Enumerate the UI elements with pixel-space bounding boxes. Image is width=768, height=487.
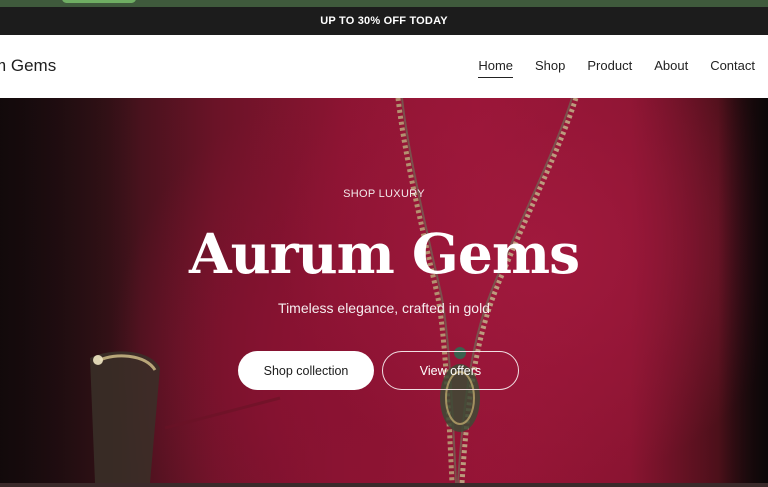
announcement-text: UP TO 30% OFF TODAY (320, 15, 448, 27)
shop-collection-button[interactable]: Shop collection (238, 351, 374, 390)
nav-link-contact[interactable]: Contact (710, 58, 755, 78)
brand-logo-text[interactable]: m Gems (0, 56, 56, 76)
nav-link-home[interactable]: Home (478, 58, 514, 78)
hero-title: Aurum Gems (188, 221, 580, 286)
hero-section: SHOP LUXURY Aurum Gems Timeless elegance… (0, 98, 768, 483)
hero-eyebrow: SHOP LUXURY (343, 188, 425, 200)
nav-link-about[interactable]: About (654, 58, 688, 78)
nav-link-product[interactable]: Product (587, 58, 632, 78)
announcement-bar: UP TO 30% OFF TODAY (0, 7, 768, 35)
site-header: m Gems Home Shop Product About Contact (0, 35, 768, 98)
hero-subtitle: Timeless elegance, crafted in gold (278, 300, 490, 316)
bottom-edge (0, 483, 768, 487)
browser-tab-pill (62, 0, 136, 3)
nav-link-shop[interactable]: Shop (535, 58, 565, 78)
view-offers-button[interactable]: View offers (382, 351, 519, 390)
browser-top-strip (0, 0, 768, 7)
main-nav: Home Shop Product About Contact (478, 58, 755, 78)
hero-content: SHOP LUXURY Aurum Gems Timeless elegance… (0, 98, 768, 483)
